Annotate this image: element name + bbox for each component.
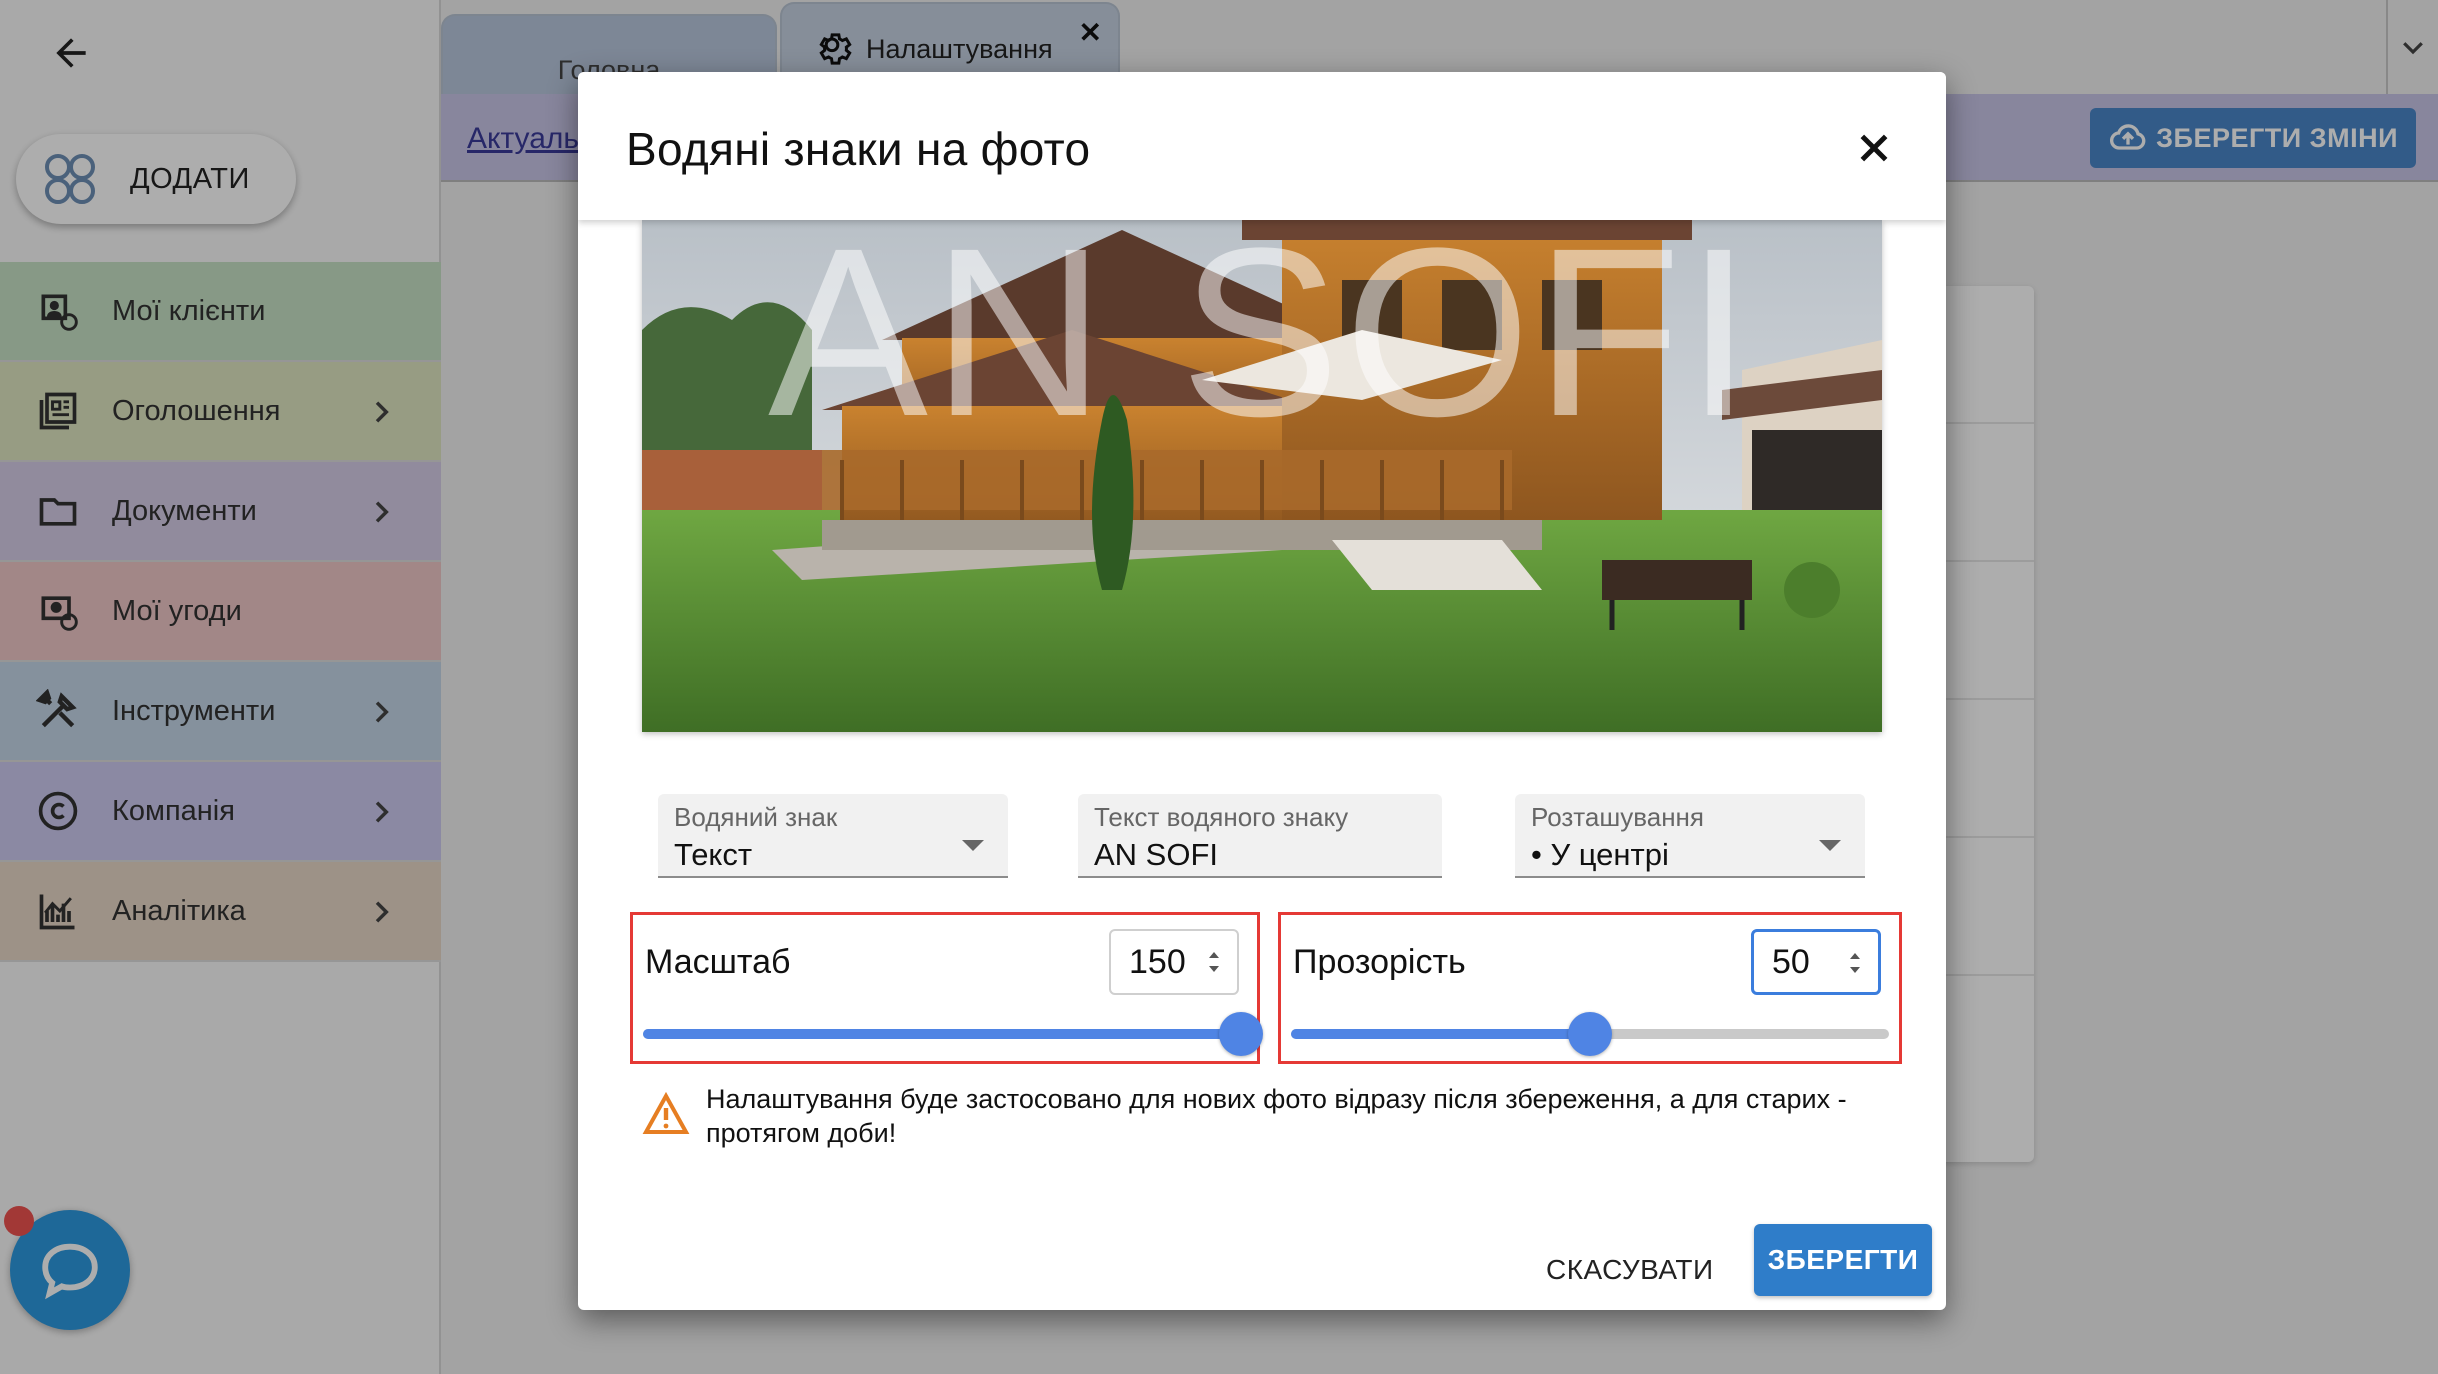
- save-button[interactable]: ЗБЕРЕГТИ: [1754, 1224, 1932, 1296]
- cancel-button[interactable]: СКАСУВАТИ: [1546, 1240, 1714, 1300]
- watermark-text-input[interactable]: Текст водяного знаку AN SOFI: [1078, 794, 1442, 878]
- dropdown-arrow-icon: [1819, 840, 1841, 851]
- watermark-type-label: Водяний знак: [674, 802, 838, 832]
- watermark-type-select[interactable]: Водяний знак Текст: [658, 794, 1008, 878]
- dropdown-arrow-icon: [962, 840, 984, 851]
- scale-value: 150: [1129, 942, 1186, 981]
- spinner-arrows-icon[interactable]: [1846, 948, 1864, 978]
- watermark-text-value: AN SOFI: [1094, 837, 1219, 872]
- watermark-text-label: Текст водяного знаку: [1094, 802, 1349, 832]
- warning-icon: [642, 1091, 690, 1134]
- watermark-position-label: Розташування: [1531, 802, 1704, 832]
- scale-number-input[interactable]: 150: [1109, 929, 1239, 995]
- scale-slider-fill: [643, 1029, 1241, 1039]
- close-icon[interactable]: [1854, 128, 1894, 168]
- dialog-header: Водяні знаки на фото: [578, 72, 1946, 220]
- watermark-dialog: Водяні знаки на фото AN SOFI Водяний зна…: [578, 72, 1946, 1310]
- warning-text: Налаштування буде застосовано для нових …: [706, 1084, 1847, 1148]
- watermark-text-overlay: AN SOFI: [767, 220, 1757, 466]
- watermark-type-value: Текст: [674, 837, 753, 872]
- opacity-value: 50: [1772, 942, 1810, 981]
- warning-message: Налаштування буде застосовано для нових …: [642, 1082, 1902, 1150]
- opacity-slider-thumb[interactable]: [1568, 1012, 1612, 1056]
- scale-slider-thumb[interactable]: [1219, 1012, 1263, 1056]
- watermark-position-select[interactable]: Розташування • У центрі: [1515, 794, 1865, 878]
- opacity-slider-fill: [1291, 1029, 1590, 1039]
- watermark-preview-photo: AN SOFI: [642, 220, 1882, 732]
- scale-label: Масштаб: [645, 943, 791, 981]
- watermark-position-value: • У центрі: [1531, 837, 1669, 872]
- dialog-title: Водяні знаки на фото: [626, 123, 1091, 175]
- scale-slider-track[interactable]: [643, 1012, 1263, 1056]
- opacity-slider-track[interactable]: [1291, 1012, 1889, 1056]
- scale-control: Масштаб 150: [630, 912, 1263, 1064]
- opacity-number-input[interactable]: 50: [1751, 929, 1881, 995]
- spinner-arrows-icon[interactable]: [1205, 947, 1223, 977]
- opacity-label: Прозорість: [1293, 943, 1466, 981]
- opacity-control: Прозорість 50: [1278, 912, 1902, 1064]
